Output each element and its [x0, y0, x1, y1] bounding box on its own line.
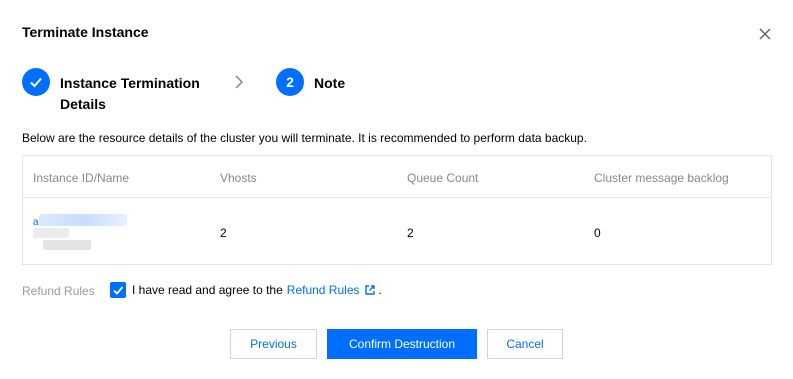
- redacted-block: [33, 228, 69, 238]
- table-row: a 2 2 0: [23, 198, 771, 264]
- cancel-button[interactable]: Cancel: [487, 329, 563, 359]
- description-text: Below are the resource details of the cl…: [22, 131, 587, 145]
- column-header-queue-count: Queue Count: [407, 171, 479, 185]
- instance-id-cell: a: [33, 214, 133, 254]
- column-header-backlog: Cluster message backlog: [594, 171, 729, 185]
- confirm-destruction-button[interactable]: Confirm Destruction: [327, 329, 477, 359]
- queue-count-cell: 2: [407, 226, 414, 240]
- agree-checkbox[interactable]: [110, 282, 126, 298]
- agree-row: I have read and agree to the Refund Rule…: [110, 281, 382, 299]
- step-label-details: Instance Termination Details: [60, 75, 200, 112]
- refund-rules-label: Refund Rules: [22, 284, 95, 298]
- external-link-icon[interactable]: [364, 284, 376, 296]
- column-header-instance: Instance ID/Name: [33, 171, 130, 185]
- table-header: Instance ID/Name Vhosts Queue Count Clus…: [23, 156, 771, 198]
- check-icon: [22, 68, 50, 96]
- step-number-2: 2: [276, 68, 304, 96]
- redacted-block: [43, 240, 91, 250]
- stepper: Instance Termination Details 2 Note: [22, 68, 522, 116]
- trailing-period: .: [378, 283, 382, 297]
- instance-id-link[interactable]: a: [33, 217, 39, 228]
- agree-text: I have read and agree to the: [132, 283, 283, 297]
- refund-rules-link[interactable]: Refund Rules: [287, 283, 360, 297]
- terminate-instance-dialog: Terminate Instance Instance Termination …: [0, 0, 793, 379]
- chevron-right-icon: [232, 74, 246, 90]
- dialog-title: Terminate Instance: [22, 24, 149, 40]
- vhosts-cell: 2: [220, 226, 227, 240]
- redacted-block: [39, 214, 127, 226]
- column-header-vhosts: Vhosts: [220, 171, 257, 185]
- close-icon[interactable]: [757, 26, 773, 42]
- backlog-cell: 0: [594, 226, 601, 240]
- step-label-note: Note: [314, 75, 346, 91]
- instance-table: Instance ID/Name Vhosts Queue Count Clus…: [22, 155, 772, 265]
- previous-button[interactable]: Previous: [230, 329, 317, 359]
